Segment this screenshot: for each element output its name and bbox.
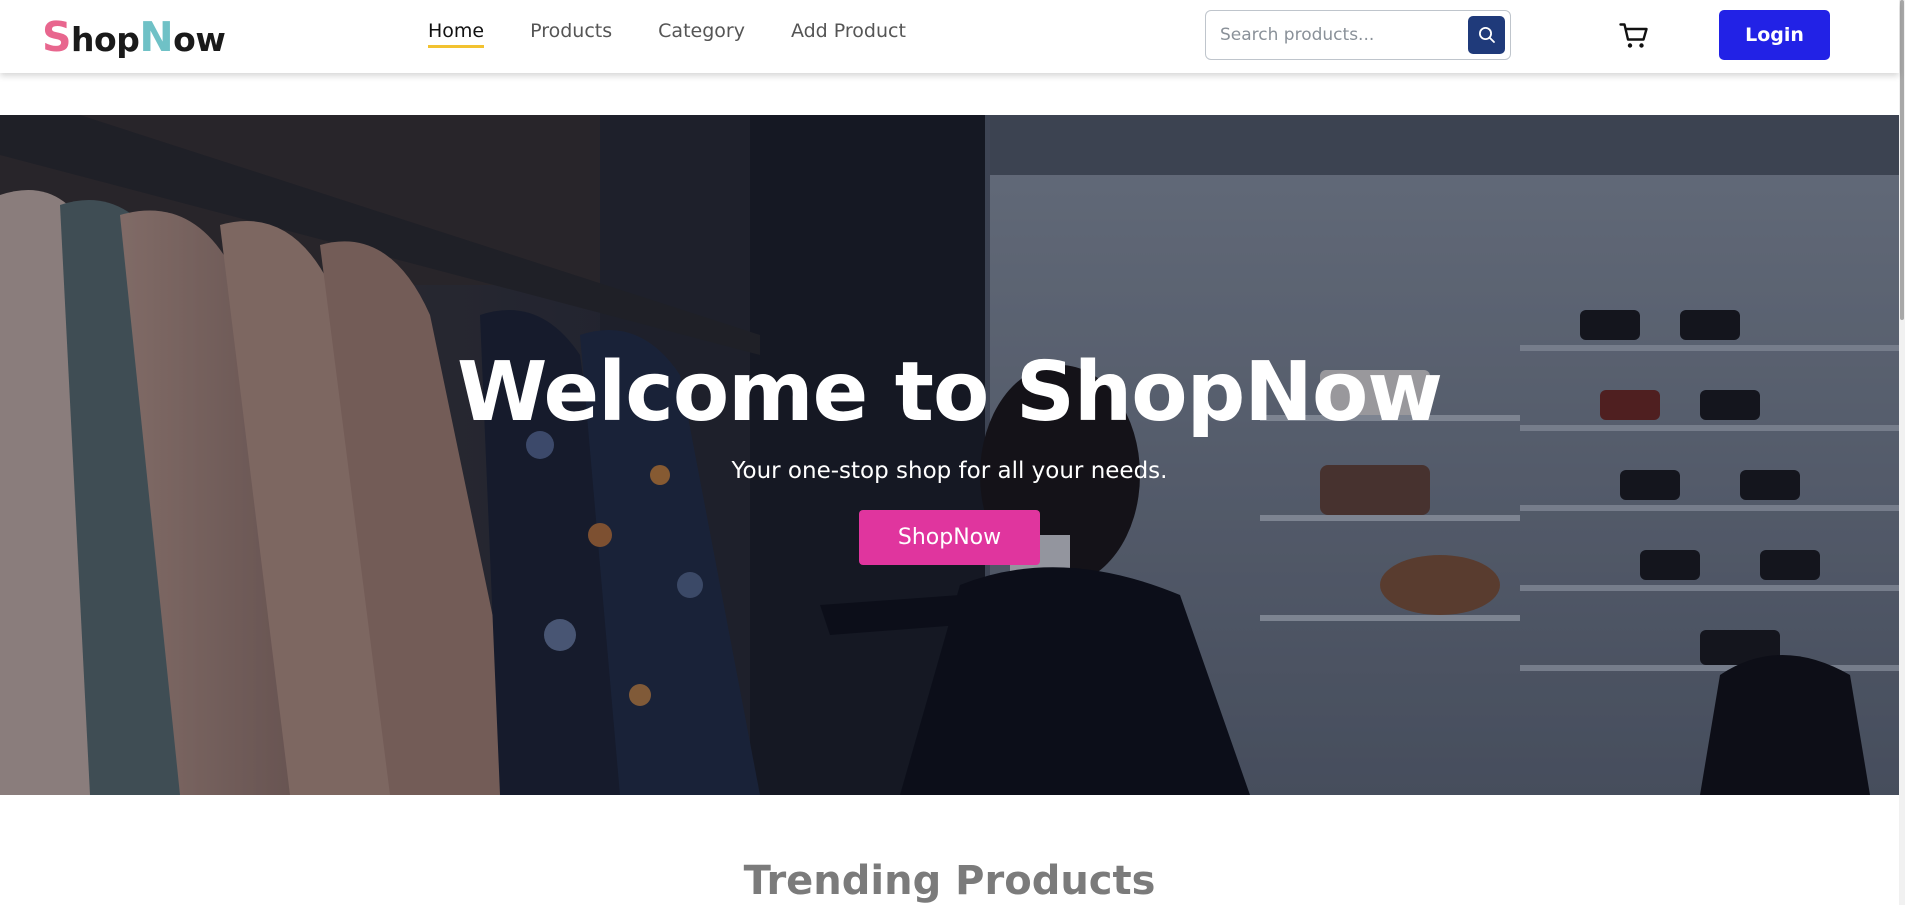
nav-link-home[interactable]: Home bbox=[428, 20, 485, 48]
hero-title: Welcome to ShopNow bbox=[456, 345, 1443, 440]
page-scrollbar[interactable] bbox=[1899, 0, 1905, 905]
cart-button[interactable] bbox=[1617, 20, 1651, 52]
logo-text-hop: hop bbox=[71, 20, 140, 59]
search-input[interactable] bbox=[1220, 11, 1465, 58]
cart-icon bbox=[1619, 23, 1648, 48]
logo-text-ow: ow bbox=[173, 20, 226, 59]
nav-link-products[interactable]: Products bbox=[530, 20, 612, 46]
logo-letter-s: S bbox=[42, 13, 72, 61]
main-nav: Home Products Category Add Product bbox=[428, 20, 906, 48]
shop-now-button[interactable]: ShopNow bbox=[859, 510, 1040, 565]
login-button[interactable]: Login bbox=[1719, 10, 1830, 60]
scrollbar-thumb[interactable] bbox=[1900, 0, 1904, 320]
search-icon bbox=[1478, 27, 1495, 43]
site-logo[interactable]: ShopNow bbox=[42, 13, 226, 64]
nav-link-category[interactable]: Category bbox=[658, 20, 745, 46]
hero-banner: Welcome to ShopNow Your one-stop shop fo… bbox=[0, 115, 1899, 795]
search-box bbox=[1205, 10, 1511, 60]
hero-subtitle: Your one-stop shop for all your needs. bbox=[731, 458, 1168, 484]
logo-letter-n: N bbox=[139, 13, 174, 61]
trending-products-title: Trending Products bbox=[743, 858, 1156, 904]
nav-link-add-product[interactable]: Add Product bbox=[791, 20, 906, 46]
navbar: ShopNow Home Products Category Add Produ… bbox=[0, 0, 1899, 73]
hero-overlay bbox=[0, 115, 1899, 795]
search-button[interactable] bbox=[1468, 16, 1505, 54]
